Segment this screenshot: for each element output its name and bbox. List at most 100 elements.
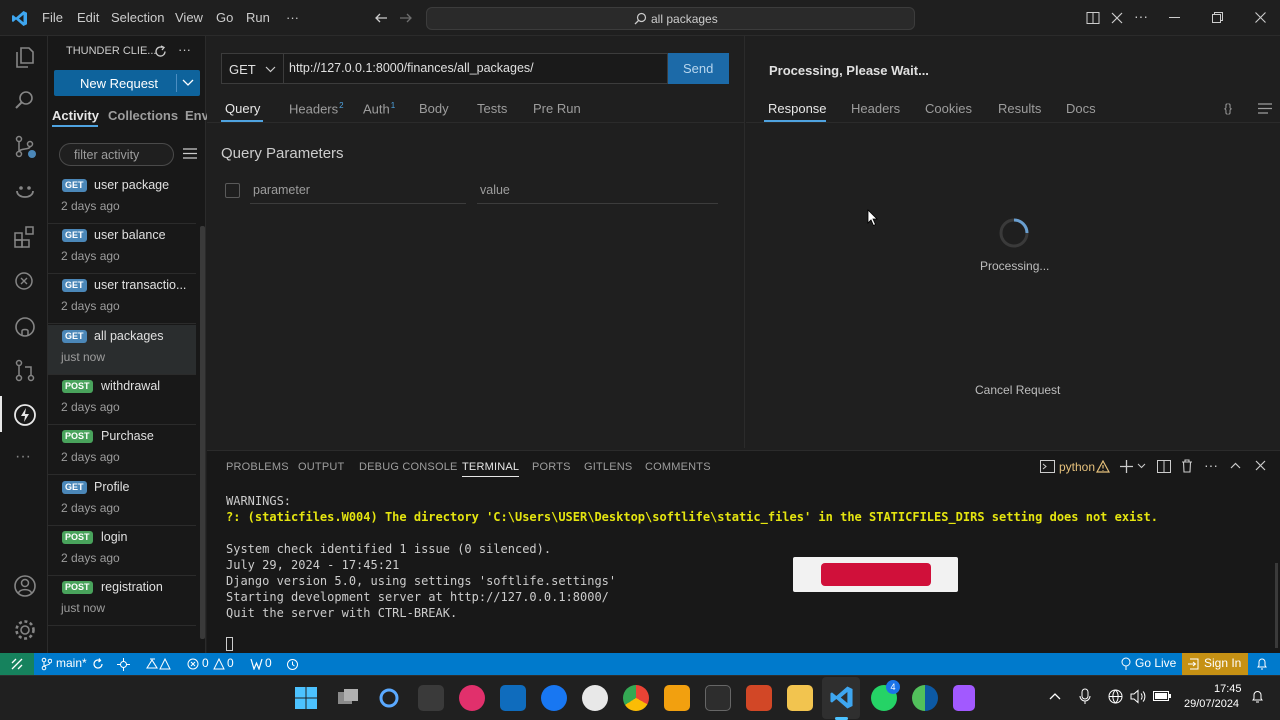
account-icon[interactable] xyxy=(12,573,38,599)
warning-count-icon[interactable] xyxy=(213,658,225,670)
tab-response[interactable]: Response xyxy=(768,101,827,116)
history-clock-icon[interactable] xyxy=(286,658,299,671)
thunder-client-icon[interactable] xyxy=(12,402,38,428)
history-item[interactable]: POST registration just now xyxy=(48,576,196,626)
panel-tab-ports[interactable]: PORTS xyxy=(532,461,571,473)
tab-response-headers[interactable]: Headers xyxy=(851,101,900,116)
filter-menu-icon[interactable] xyxy=(183,148,197,159)
history-item[interactable]: GET Profile 2 days ago xyxy=(48,476,196,526)
source-control-icon[interactable] xyxy=(12,134,38,160)
more-actions-icon[interactable]: ··· xyxy=(1134,8,1148,24)
battery-icon[interactable] xyxy=(1153,690,1171,702)
whatsapp-icon[interactable]: 4 xyxy=(871,680,900,711)
cortana-icon[interactable] xyxy=(377,686,401,710)
split-terminal-icon[interactable] xyxy=(1157,460,1171,473)
history-item[interactable]: POST Purchase 2 days ago xyxy=(48,425,196,475)
menu-selection[interactable]: Selection xyxy=(111,10,164,25)
forward-arrow-icon[interactable] xyxy=(399,11,413,25)
codespaces-icon[interactable] xyxy=(146,658,159,670)
copilot-icon[interactable] xyxy=(12,179,38,205)
menu-edit[interactable]: Edit xyxy=(77,10,99,25)
windows-start-icon[interactable] xyxy=(294,686,318,710)
minimize-icon[interactable] xyxy=(1169,17,1180,19)
warning-count[interactable]: 0 xyxy=(227,656,234,670)
error-count[interactable]: 0 xyxy=(202,656,209,670)
panel-tab-comments[interactable]: COMMENTS xyxy=(645,461,711,473)
ports-count[interactable]: 0 xyxy=(265,656,272,670)
powerpoint-icon[interactable] xyxy=(746,685,772,711)
sublime-text-icon[interactable] xyxy=(664,685,690,711)
file-explorer-icon[interactable] xyxy=(787,685,813,711)
send-button[interactable]: Send xyxy=(668,53,729,84)
error-icon[interactable] xyxy=(187,658,199,670)
panel-tab-terminal[interactable]: TERMINAL xyxy=(462,461,520,477)
response-menu-icon[interactable] xyxy=(1258,103,1272,114)
search-view-icon[interactable] xyxy=(12,88,38,114)
menu-more[interactable]: ··· xyxy=(286,10,299,25)
edge-icon[interactable] xyxy=(912,685,938,711)
volume-icon[interactable] xyxy=(1130,689,1146,704)
notifications-bell-icon[interactable] xyxy=(1256,657,1268,671)
method-select[interactable]: GET xyxy=(229,62,256,77)
history-item[interactable]: GET user transactio... 2 days ago xyxy=(48,274,196,324)
terminal-shell-name[interactable]: python xyxy=(1059,460,1095,474)
chrome-icon[interactable] xyxy=(623,685,649,711)
terminal-profile-icon[interactable] xyxy=(1040,460,1055,473)
menu-run[interactable]: Run xyxy=(246,10,270,25)
back-arrow-icon[interactable] xyxy=(374,11,388,25)
refresh-icon[interactable] xyxy=(154,45,167,58)
panel-tab-debug-console[interactable]: DEBUG CONSOLE xyxy=(359,461,458,473)
sync-icon[interactable] xyxy=(92,658,104,670)
tab-activity[interactable]: Activity xyxy=(52,108,99,123)
new-terminal-icon[interactable] xyxy=(1120,460,1133,473)
menu-go[interactable]: Go xyxy=(216,10,233,25)
menu-file[interactable]: File xyxy=(42,10,63,25)
tab-collections[interactable]: Collections xyxy=(108,108,178,123)
explorer-icon[interactable] xyxy=(12,44,38,70)
sign-in-button[interactable]: Sign In xyxy=(1182,653,1248,675)
clock-time[interactable]: 17:45 xyxy=(1214,683,1242,695)
window-close-icon[interactable] xyxy=(1255,12,1266,23)
remote-explorer-icon[interactable] xyxy=(12,269,38,295)
terminal-dropdown-icon[interactable] xyxy=(1137,463,1146,469)
tab-docs[interactable]: Docs xyxy=(1066,101,1096,116)
tab-results[interactable]: Results xyxy=(998,101,1041,116)
globe-icon[interactable] xyxy=(1108,689,1123,704)
tab-prerun[interactable]: Pre Run xyxy=(533,101,581,116)
git-graph-icon[interactable] xyxy=(117,658,130,671)
remote-indicator[interactable] xyxy=(0,653,34,675)
pull-requests-icon[interactable] xyxy=(12,358,38,384)
panel-tab-output[interactable]: OUTPUT xyxy=(298,461,344,473)
extensions-icon[interactable] xyxy=(12,224,38,250)
method-chevron-icon[interactable] xyxy=(265,66,276,73)
tab-cookies[interactable]: Cookies xyxy=(925,101,972,116)
git-branch[interactable]: main* xyxy=(56,656,87,670)
panel-tab-gitlens[interactable]: GITLENS xyxy=(584,461,632,473)
value-input[interactable]: value xyxy=(477,180,718,204)
toggle-sidebar-icon[interactable] xyxy=(1086,11,1100,25)
microphone-icon[interactable] xyxy=(1079,688,1091,705)
new-request-button[interactable]: New Request xyxy=(54,70,200,96)
whatsapp-web-icon[interactable] xyxy=(582,685,608,711)
close-editor-icon[interactable] xyxy=(1111,12,1123,24)
tab-headers[interactable]: Headers2 xyxy=(289,101,344,116)
notification-center-icon[interactable] xyxy=(1251,690,1264,704)
tab-body[interactable]: Body xyxy=(419,101,449,116)
cancel-request-button[interactable]: Cancel Request xyxy=(975,383,1060,397)
json-format-icon[interactable]: {} xyxy=(1224,101,1232,115)
tab-query[interactable]: Query xyxy=(225,101,260,116)
history-item[interactable]: POST login 2 days ago xyxy=(48,526,196,576)
tab-tests[interactable]: Tests xyxy=(477,101,507,116)
task-view-icon[interactable] xyxy=(336,686,360,710)
ports-icon[interactable] xyxy=(250,658,263,670)
go-live-button[interactable]: Go Live xyxy=(1135,656,1176,670)
tray-chevron-up-icon[interactable] xyxy=(1049,692,1061,700)
facebook-icon[interactable] xyxy=(541,685,567,711)
taskbar-app-icon[interactable] xyxy=(418,685,444,711)
command-center[interactable]: all packages xyxy=(426,7,915,30)
trash-icon[interactable] xyxy=(1181,459,1193,473)
param-checkbox[interactable] xyxy=(225,183,240,198)
taskbar-app-icon[interactable] xyxy=(459,685,485,711)
sidebar-scrollbar[interactable] xyxy=(200,226,205,639)
parameter-input[interactable]: parameter xyxy=(250,180,466,204)
